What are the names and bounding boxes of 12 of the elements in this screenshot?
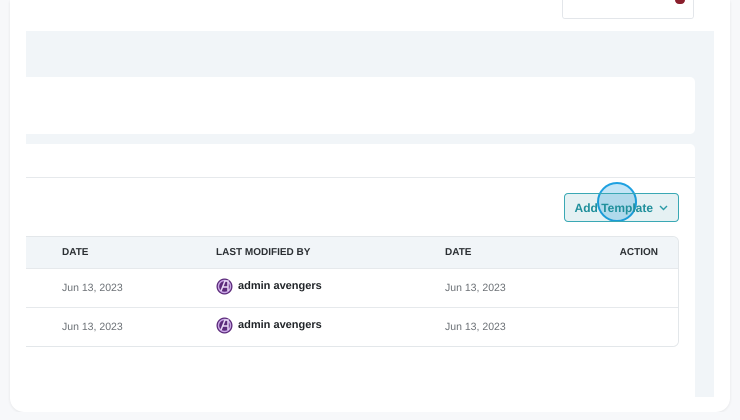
dropdown-field[interactable] (562, 0, 694, 19)
table-cell-text: Jun 13, 2023 (62, 321, 124, 333)
user-name: admin avengers (238, 280, 322, 292)
column-header: DATE (62, 247, 90, 258)
table-cell-text: Jun 13, 2023 (445, 282, 507, 294)
chevron-down-icon (659, 204, 668, 210)
column-header: LAST MODIFIED BY (216, 247, 312, 258)
table-cell-text: Jun 13, 2023 (62, 282, 124, 294)
user-name: admin avengers (238, 319, 322, 331)
column-header: DATE (445, 247, 472, 258)
column-header: ACTION (618, 247, 659, 258)
table-cell-text: Jun 13, 2023 (445, 321, 507, 333)
